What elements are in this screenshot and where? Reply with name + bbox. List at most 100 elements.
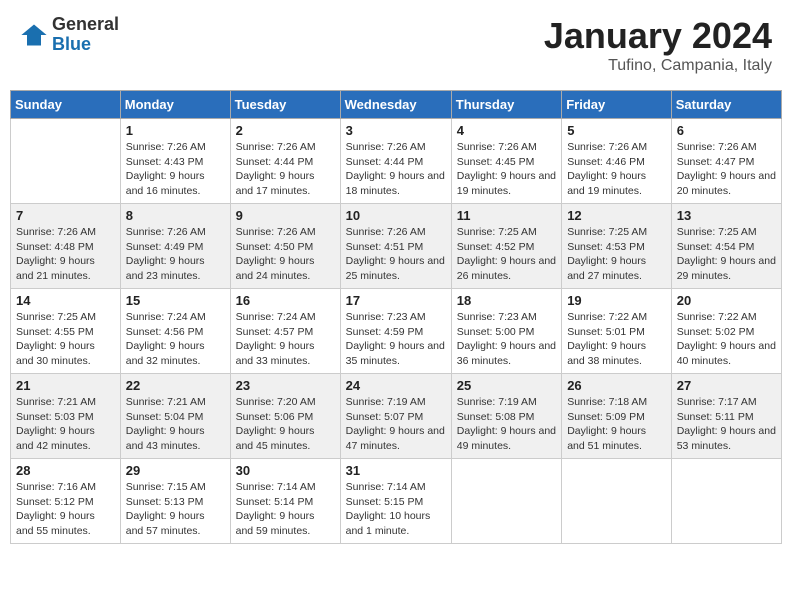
day-detail: Sunrise: 7:25 AMSunset: 4:55 PMDaylight:… xyxy=(16,310,115,369)
calendar-cell: 1 Sunrise: 7:26 AMSunset: 4:43 PMDaylight… xyxy=(120,119,230,204)
day-number: 13 xyxy=(677,208,776,223)
calendar-cell: 22 Sunrise: 7:21 AMSunset: 5:04 PMDayligh… xyxy=(120,374,230,459)
calendar-cell: 19 Sunrise: 7:22 AMSunset: 5:01 PMDayligh… xyxy=(562,289,672,374)
logo-general: General xyxy=(52,15,119,35)
calendar-cell: 16 Sunrise: 7:24 AMSunset: 4:57 PMDayligh… xyxy=(230,289,340,374)
weekday-header-tuesday: Tuesday xyxy=(230,91,340,119)
calendar-cell: 11 Sunrise: 7:25 AMSunset: 4:52 PMDayligh… xyxy=(451,204,561,289)
day-number: 17 xyxy=(346,293,446,308)
calendar-cell: 21 Sunrise: 7:21 AMSunset: 5:03 PMDayligh… xyxy=(11,374,121,459)
logo: General Blue xyxy=(20,15,119,55)
day-number: 22 xyxy=(126,378,225,393)
day-detail: Sunrise: 7:26 AMSunset: 4:49 PMDaylight:… xyxy=(126,225,225,284)
day-number: 10 xyxy=(346,208,446,223)
weekday-header-thursday: Thursday xyxy=(451,91,561,119)
calendar-week-row: 1 Sunrise: 7:26 AMSunset: 4:43 PMDaylight… xyxy=(11,119,782,204)
day-number: 23 xyxy=(236,378,335,393)
logo-text: General Blue xyxy=(52,15,119,55)
day-detail: Sunrise: 7:26 AMSunset: 4:46 PMDaylight:… xyxy=(567,140,666,199)
day-detail: Sunrise: 7:26 AMSunset: 4:44 PMDaylight:… xyxy=(236,140,335,199)
calendar-cell: 27 Sunrise: 7:17 AMSunset: 5:11 PMDayligh… xyxy=(671,374,781,459)
calendar-week-row: 28Sunrise: 7:16 AMSunset: 5:12 PMDayligh… xyxy=(11,459,782,544)
day-detail: Sunrise: 7:17 AMSunset: 5:11 PMDaylight:… xyxy=(677,395,776,454)
day-detail: Sunrise: 7:23 AMSunset: 5:00 PMDaylight:… xyxy=(457,310,556,369)
day-number: 12 xyxy=(567,208,666,223)
day-detail: Sunrise: 7:24 AMSunset: 4:57 PMDaylight:… xyxy=(236,310,335,369)
day-detail: Sunrise: 7:22 AMSunset: 5:01 PMDaylight:… xyxy=(567,310,666,369)
calendar-cell: 24 Sunrise: 7:19 AMSunset: 5:07 PMDayligh… xyxy=(340,374,451,459)
day-number: 31 xyxy=(346,463,446,478)
day-detail: Sunrise: 7:19 AMSunset: 5:07 PMDaylight:… xyxy=(346,395,446,454)
day-number: 26 xyxy=(567,378,666,393)
calendar-week-row: 21 Sunrise: 7:21 AMSunset: 5:03 PMDayligh… xyxy=(11,374,782,459)
day-number: 20 xyxy=(677,293,776,308)
title-block: January 2024 Tufino, Campania, Italy xyxy=(544,15,772,75)
day-number: 15 xyxy=(126,293,225,308)
calendar-cell: 14 Sunrise: 7:25 AMSunset: 4:55 PMDayligh… xyxy=(11,289,121,374)
day-number: 9 xyxy=(236,208,335,223)
day-detail: Sunrise: 7:22 AMSunset: 5:02 PMDaylight:… xyxy=(677,310,776,369)
calendar-cell: 23Sunrise: 7:20 AMSunset: 5:06 PMDayligh… xyxy=(230,374,340,459)
day-detail: Sunrise: 7:15 AMSunset: 5:13 PMDaylight:… xyxy=(126,480,225,539)
day-number: 4 xyxy=(457,123,556,138)
day-number: 24 xyxy=(346,378,446,393)
day-number: 25 xyxy=(457,378,556,393)
day-number: 11 xyxy=(457,208,556,223)
calendar-cell: 29Sunrise: 7:15 AMSunset: 5:13 PMDayligh… xyxy=(120,459,230,544)
calendar-week-row: 7Sunrise: 7:26 AMSunset: 4:48 PMDaylight… xyxy=(11,204,782,289)
calendar-week-row: 14 Sunrise: 7:25 AMSunset: 4:55 PMDayligh… xyxy=(11,289,782,374)
day-detail: Sunrise: 7:25 AMSunset: 4:53 PMDaylight:… xyxy=(567,225,666,284)
calendar-cell xyxy=(451,459,561,544)
day-number: 16 xyxy=(236,293,335,308)
day-detail: Sunrise: 7:25 AMSunset: 4:52 PMDaylight:… xyxy=(457,225,556,284)
calendar-cell: 12 Sunrise: 7:25 AMSunset: 4:53 PMDayligh… xyxy=(562,204,672,289)
day-detail: Sunrise: 7:26 AMSunset: 4:50 PMDaylight:… xyxy=(236,225,335,284)
calendar-table: SundayMondayTuesdayWednesdayThursdayFrid… xyxy=(10,90,782,544)
day-number: 2 xyxy=(236,123,335,138)
day-detail: Sunrise: 7:21 AMSunset: 5:03 PMDaylight:… xyxy=(16,395,115,454)
calendar-cell: 5 Sunrise: 7:26 AMSunset: 4:46 PMDaylight… xyxy=(562,119,672,204)
day-detail: Sunrise: 7:14 AMSunset: 5:15 PMDaylight:… xyxy=(346,480,446,539)
weekday-header-wednesday: Wednesday xyxy=(340,91,451,119)
day-detail: Sunrise: 7:21 AMSunset: 5:04 PMDaylight:… xyxy=(126,395,225,454)
page-header: General Blue January 2024 Tufino, Campan… xyxy=(10,10,782,80)
calendar-cell: 13 Sunrise: 7:25 AMSunset: 4:54 PMDayligh… xyxy=(671,204,781,289)
calendar-cell: 4Sunrise: 7:26 AMSunset: 4:45 PMDaylight… xyxy=(451,119,561,204)
day-number: 3 xyxy=(346,123,446,138)
day-detail: Sunrise: 7:26 AMSunset: 4:44 PMDaylight:… xyxy=(346,140,446,199)
day-number: 18 xyxy=(457,293,556,308)
day-number: 5 xyxy=(567,123,666,138)
logo-blue: Blue xyxy=(52,35,119,55)
day-number: 21 xyxy=(16,378,115,393)
day-number: 27 xyxy=(677,378,776,393)
day-number: 1 xyxy=(126,123,225,138)
day-detail: Sunrise: 7:24 AMSunset: 4:56 PMDaylight:… xyxy=(126,310,225,369)
day-number: 6 xyxy=(677,123,776,138)
calendar-cell: 7Sunrise: 7:26 AMSunset: 4:48 PMDaylight… xyxy=(11,204,121,289)
day-detail: Sunrise: 7:26 AMSunset: 4:47 PMDaylight:… xyxy=(677,140,776,199)
calendar-cell: 3 Sunrise: 7:26 AMSunset: 4:44 PMDaylight… xyxy=(340,119,451,204)
calendar-cell: 10Sunrise: 7:26 AMSunset: 4:51 PMDayligh… xyxy=(340,204,451,289)
calendar-cell: 9 Sunrise: 7:26 AMSunset: 4:50 PMDaylight… xyxy=(230,204,340,289)
calendar-cell: 15 Sunrise: 7:24 AMSunset: 4:56 PMDayligh… xyxy=(120,289,230,374)
day-number: 19 xyxy=(567,293,666,308)
subtitle: Tufino, Campania, Italy xyxy=(544,57,772,75)
weekday-header-friday: Friday xyxy=(562,91,672,119)
calendar-cell: 25 Sunrise: 7:19 AMSunset: 5:08 PMDayligh… xyxy=(451,374,561,459)
calendar-cell: 18 Sunrise: 7:23 AMSunset: 5:00 PMDayligh… xyxy=(451,289,561,374)
day-number: 7 xyxy=(16,208,115,223)
day-number: 30 xyxy=(236,463,335,478)
calendar-cell xyxy=(11,119,121,204)
logo-icon xyxy=(20,21,48,49)
day-detail: Sunrise: 7:26 AMSunset: 4:43 PMDaylight:… xyxy=(126,140,225,199)
day-number: 14 xyxy=(16,293,115,308)
calendar-cell xyxy=(562,459,672,544)
calendar-cell: 30Sunrise: 7:14 AMSunset: 5:14 PMDayligh… xyxy=(230,459,340,544)
calendar-cell: 2 Sunrise: 7:26 AMSunset: 4:44 PMDaylight… xyxy=(230,119,340,204)
day-number: 28 xyxy=(16,463,115,478)
weekday-header-saturday: Saturday xyxy=(671,91,781,119)
day-detail: Sunrise: 7:19 AMSunset: 5:08 PMDaylight:… xyxy=(457,395,556,454)
main-title: January 2024 xyxy=(544,15,772,57)
calendar-cell xyxy=(671,459,781,544)
day-detail: Sunrise: 7:25 AMSunset: 4:54 PMDaylight:… xyxy=(677,225,776,284)
